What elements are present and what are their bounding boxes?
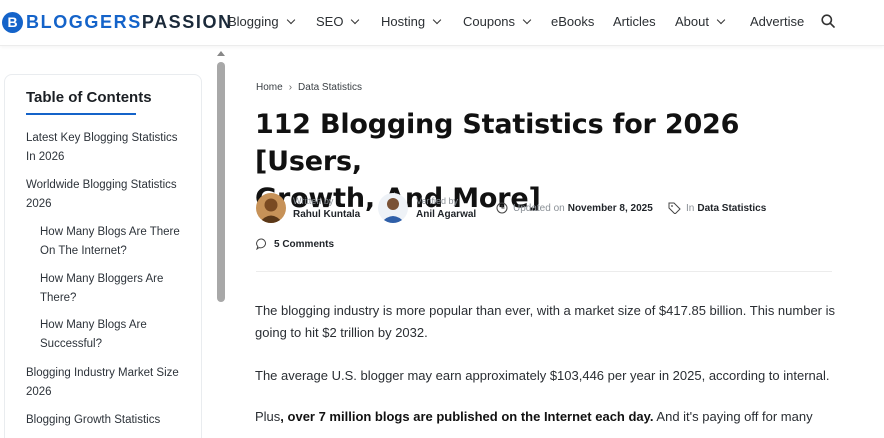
toc-item-line: There? bbox=[40, 291, 77, 304]
comment-icon bbox=[256, 238, 266, 250]
breadcrumb-current[interactable]: Data Statistics bbox=[298, 82, 362, 93]
verifier-name[interactable]: Anil Agarwal bbox=[416, 209, 476, 220]
toc-item-line: How Many Bloggers Are bbox=[40, 273, 164, 285]
site-logo[interactable]: B BLOGGERSPASSION bbox=[2, 10, 233, 34]
toc-item-line: 2026 bbox=[26, 385, 52, 398]
nav-label: Articles bbox=[613, 14, 656, 29]
breadcrumb-home[interactable]: Home bbox=[256, 82, 283, 93]
breadcrumb: Home › Data Statistics bbox=[256, 82, 362, 93]
updated-value: November 8, 2025 bbox=[567, 202, 653, 214]
verifier-avatar[interactable] bbox=[378, 193, 408, 223]
breadcrumb-separator: › bbox=[288, 82, 293, 93]
logo-text: BLOGGERSPASSION bbox=[26, 12, 233, 33]
scroll-up-arrow-icon[interactable] bbox=[217, 51, 225, 56]
toc-subitem[interactable]: How Many Blogs Are There On The Internet… bbox=[40, 223, 180, 260]
chevron-down-icon bbox=[286, 15, 295, 24]
author-name[interactable]: Rahul Kuntala bbox=[293, 209, 360, 220]
page-title: 112 Blogging Statistics for 2026 [Users,… bbox=[255, 106, 815, 217]
chevron-down-icon bbox=[716, 15, 726, 24]
nav-label: Hosting bbox=[381, 14, 426, 29]
toc-item[interactable]: Blogging Industry Market Size 2026 bbox=[26, 364, 179, 401]
toc-subitem[interactable]: How Many Blogs Are Successful? bbox=[40, 316, 147, 353]
author-label: Written by bbox=[293, 196, 334, 206]
nav-label: About bbox=[675, 14, 709, 29]
author-avatar-image bbox=[256, 193, 286, 223]
paragraph-line: going to hit $2 trillion by 2032. bbox=[255, 325, 428, 340]
divider bbox=[256, 271, 832, 272]
updated-date: Updated on November 8, 2025 bbox=[496, 202, 653, 214]
nav-coupons[interactable]: Coupons bbox=[463, 14, 532, 29]
toc-item[interactable]: Latest Key Blogging Statistics In 2026 bbox=[26, 129, 178, 166]
site-header: B BLOGGERSPASSION Blogging SEO Hosting C… bbox=[0, 0, 884, 46]
comments-count: 5 Comments bbox=[274, 238, 335, 250]
comments-link[interactable]: 5 Comments bbox=[256, 238, 334, 250]
paragraph-text: And it's paying off for many bbox=[653, 409, 813, 424]
clock-icon bbox=[496, 202, 508, 214]
nav-label: SEO bbox=[316, 14, 344, 29]
toc-item-line: On The Internet? bbox=[40, 244, 127, 257]
article-paragraph: Plus, over 7 million blogs are published… bbox=[255, 406, 835, 428]
toc-title-underline bbox=[26, 113, 136, 115]
toc-scrollbar-thumb[interactable] bbox=[217, 62, 225, 302]
table-of-contents: Table of Contents Latest Key Blogging St… bbox=[4, 74, 202, 438]
toc-title: Table of Contents bbox=[26, 89, 152, 106]
chevron-down-icon bbox=[522, 15, 532, 24]
toc-item-line: How Many Blogs Are There bbox=[40, 226, 180, 238]
toc-item-line: Successful? bbox=[40, 337, 103, 350]
nav-blogging[interactable]: Blogging bbox=[228, 14, 295, 29]
logo-text-part1: BLOGGERS bbox=[26, 11, 142, 32]
logo-badge: B bbox=[2, 11, 23, 33]
nav-label: Advertise bbox=[750, 14, 805, 29]
toc-item-line: Latest Key Blogging Statistics bbox=[26, 132, 178, 144]
paragraph-line: The blogging industry is more popular th… bbox=[255, 303, 836, 318]
toc-item-line: 2026 bbox=[26, 197, 52, 210]
paragraph-text: Plus bbox=[255, 409, 281, 424]
paragraph-bold-text: , over 7 million blogs are published on … bbox=[280, 409, 654, 424]
logo-text-part2: PASSION bbox=[141, 11, 233, 32]
nav-advertise[interactable]: Advertise bbox=[750, 14, 804, 29]
toc-item[interactable]: Blogging Growth Statistics bbox=[26, 411, 160, 430]
toc-item-line: Worldwide Blogging Statistics bbox=[26, 179, 177, 191]
nav-label: Coupons bbox=[463, 14, 516, 29]
nav-label: Blogging bbox=[228, 14, 279, 29]
search-icon[interactable] bbox=[821, 14, 835, 28]
article-paragraph: The average U.S. blogger may earn approx… bbox=[255, 365, 835, 387]
chevron-down-icon bbox=[351, 15, 360, 24]
nav-label: eBooks bbox=[551, 14, 595, 29]
nav-about[interactable]: About bbox=[675, 14, 726, 29]
nav-articles[interactable]: Articles bbox=[613, 14, 656, 29]
chevron-down-icon bbox=[432, 15, 442, 24]
author-avatar[interactable] bbox=[256, 193, 286, 223]
category-meta: In Data Statistics bbox=[668, 202, 766, 214]
nav-hosting[interactable]: Hosting bbox=[381, 14, 442, 29]
nav-ebooks[interactable]: eBooks bbox=[551, 14, 594, 29]
toc-item-line: Blogging Industry Market Size bbox=[26, 367, 179, 379]
verifier-avatar-image bbox=[378, 193, 408, 223]
tag-icon bbox=[668, 202, 681, 214]
article-paragraph: The blogging industry is more popular th… bbox=[255, 300, 835, 344]
toc-item-line: Blogging Growth Statistics bbox=[26, 414, 161, 426]
paragraph-line: The average U.S. blogger may earn approx… bbox=[255, 368, 830, 383]
nav-seo[interactable]: SEO bbox=[316, 14, 360, 29]
verifier-label: Verified by bbox=[416, 196, 459, 206]
toc-item-line: In 2026 bbox=[26, 150, 65, 163]
category-label: In bbox=[686, 202, 695, 214]
updated-label: Updated on bbox=[513, 202, 565, 214]
toc-subitem[interactable]: How Many Bloggers Are There? bbox=[40, 270, 163, 307]
toc-item[interactable]: Worldwide Blogging Statistics 2026 bbox=[26, 176, 177, 213]
page-title-line: 112 Blogging Statistics for 2026 [Users, bbox=[255, 109, 740, 177]
toc-item-line: How Many Blogs Are bbox=[40, 319, 147, 331]
category-link[interactable]: Data Statistics bbox=[697, 203, 766, 214]
